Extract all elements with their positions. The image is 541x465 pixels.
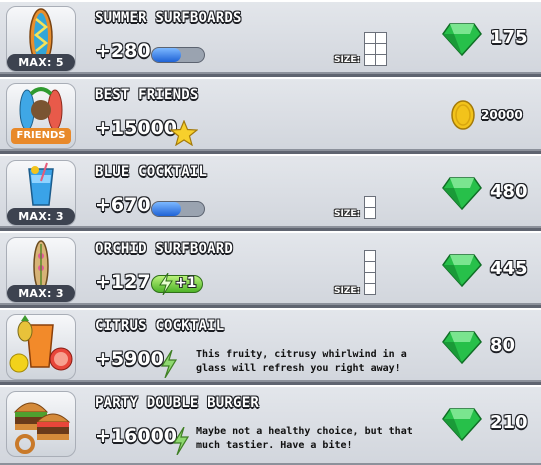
progress-bar <box>151 47 205 63</box>
item-price: 175 <box>490 27 528 48</box>
item-price: 210 <box>490 412 528 433</box>
item-price: 80 <box>490 335 516 356</box>
item-value: +670 <box>95 194 151 216</box>
boost-badge: +1 <box>151 273 203 295</box>
star-icon <box>169 119 199 150</box>
lightning-icon <box>160 350 178 378</box>
party-burger-image <box>6 391 76 457</box>
boost-value: +1 <box>175 275 197 291</box>
gem-icon <box>442 176 482 214</box>
gem-icon <box>442 330 482 368</box>
blue-cocktail-image: MAX: 3 <box>6 160 76 226</box>
size-label: SIZE: <box>334 286 361 296</box>
max-badge: MAX: 3 <box>7 208 75 225</box>
item-value: +15000 <box>95 117 178 139</box>
item-description: This fruity, citrusy whirlwind in a glas… <box>196 349 407 374</box>
shop-item-summer-surfboards[interactable]: MAX: 5 SUMMER SURFBOARDS +280 SIZE: 175 <box>0 0 541 74</box>
friends-banner: FRIENDS <box>11 128 71 144</box>
shop-item-best-friends[interactable]: FRIENDS BEST FRIENDS +15000 20000 <box>0 77 541 151</box>
item-value: +16000 <box>95 425 178 447</box>
item-price: 480 <box>490 181 528 202</box>
gem-icon <box>442 407 482 445</box>
item-title: CITRUS COCKTAIL <box>95 318 225 334</box>
size-label: SIZE: <box>334 55 361 65</box>
citrus-cocktail-image <box>6 314 76 380</box>
best-friends-image: FRIENDS <box>6 83 76 149</box>
item-price: 20000 <box>481 108 523 122</box>
shop-item-party-double-burger[interactable]: PARTY DOUBLE BURGER +16000 Maybe not a h… <box>0 385 541 465</box>
item-title: ORCHID SURFBOARD <box>95 241 234 257</box>
shop-item-citrus-cocktail[interactable]: CITRUS COCKTAIL +5900 This fruity, citru… <box>0 308 541 382</box>
progress-bar <box>151 201 205 217</box>
coin-icon <box>451 100 475 134</box>
item-value: +5900 <box>95 348 164 370</box>
item-title: BEST FRIENDS <box>95 87 199 103</box>
surfboards-image: MAX: 5 <box>6 6 76 72</box>
item-description: Maybe not a healthy choice, but that muc… <box>196 426 413 451</box>
orchid-surfboard-image: MAX: 3 <box>6 237 76 303</box>
size-label: SIZE: <box>334 209 361 219</box>
lightning-icon <box>172 427 190 455</box>
shop-item-list: MAX: 5 SUMMER SURFBOARDS +280 SIZE: 175 … <box>0 0 541 465</box>
shop-item-blue-cocktail[interactable]: MAX: 3 BLUE COCKTAIL +670 SIZE: 480 <box>0 154 541 228</box>
max-badge: MAX: 3 <box>7 285 75 302</box>
shop-item-orchid-surfboard[interactable]: MAX: 3 ORCHID SURFBOARD +127 +1 SIZE: 44… <box>0 231 541 305</box>
item-price: 445 <box>490 258 528 279</box>
max-badge: MAX: 5 <box>7 54 75 71</box>
item-value: +127 <box>95 271 151 293</box>
gem-icon <box>442 22 482 60</box>
item-title: PARTY DOUBLE BURGER <box>95 395 259 411</box>
gem-icon <box>442 253 482 291</box>
lightning-icon <box>159 273 173 295</box>
item-title: BLUE COCKTAIL <box>95 164 208 180</box>
item-title: SUMMER SURFBOARDS <box>95 10 242 26</box>
item-value: +280 <box>95 40 151 62</box>
